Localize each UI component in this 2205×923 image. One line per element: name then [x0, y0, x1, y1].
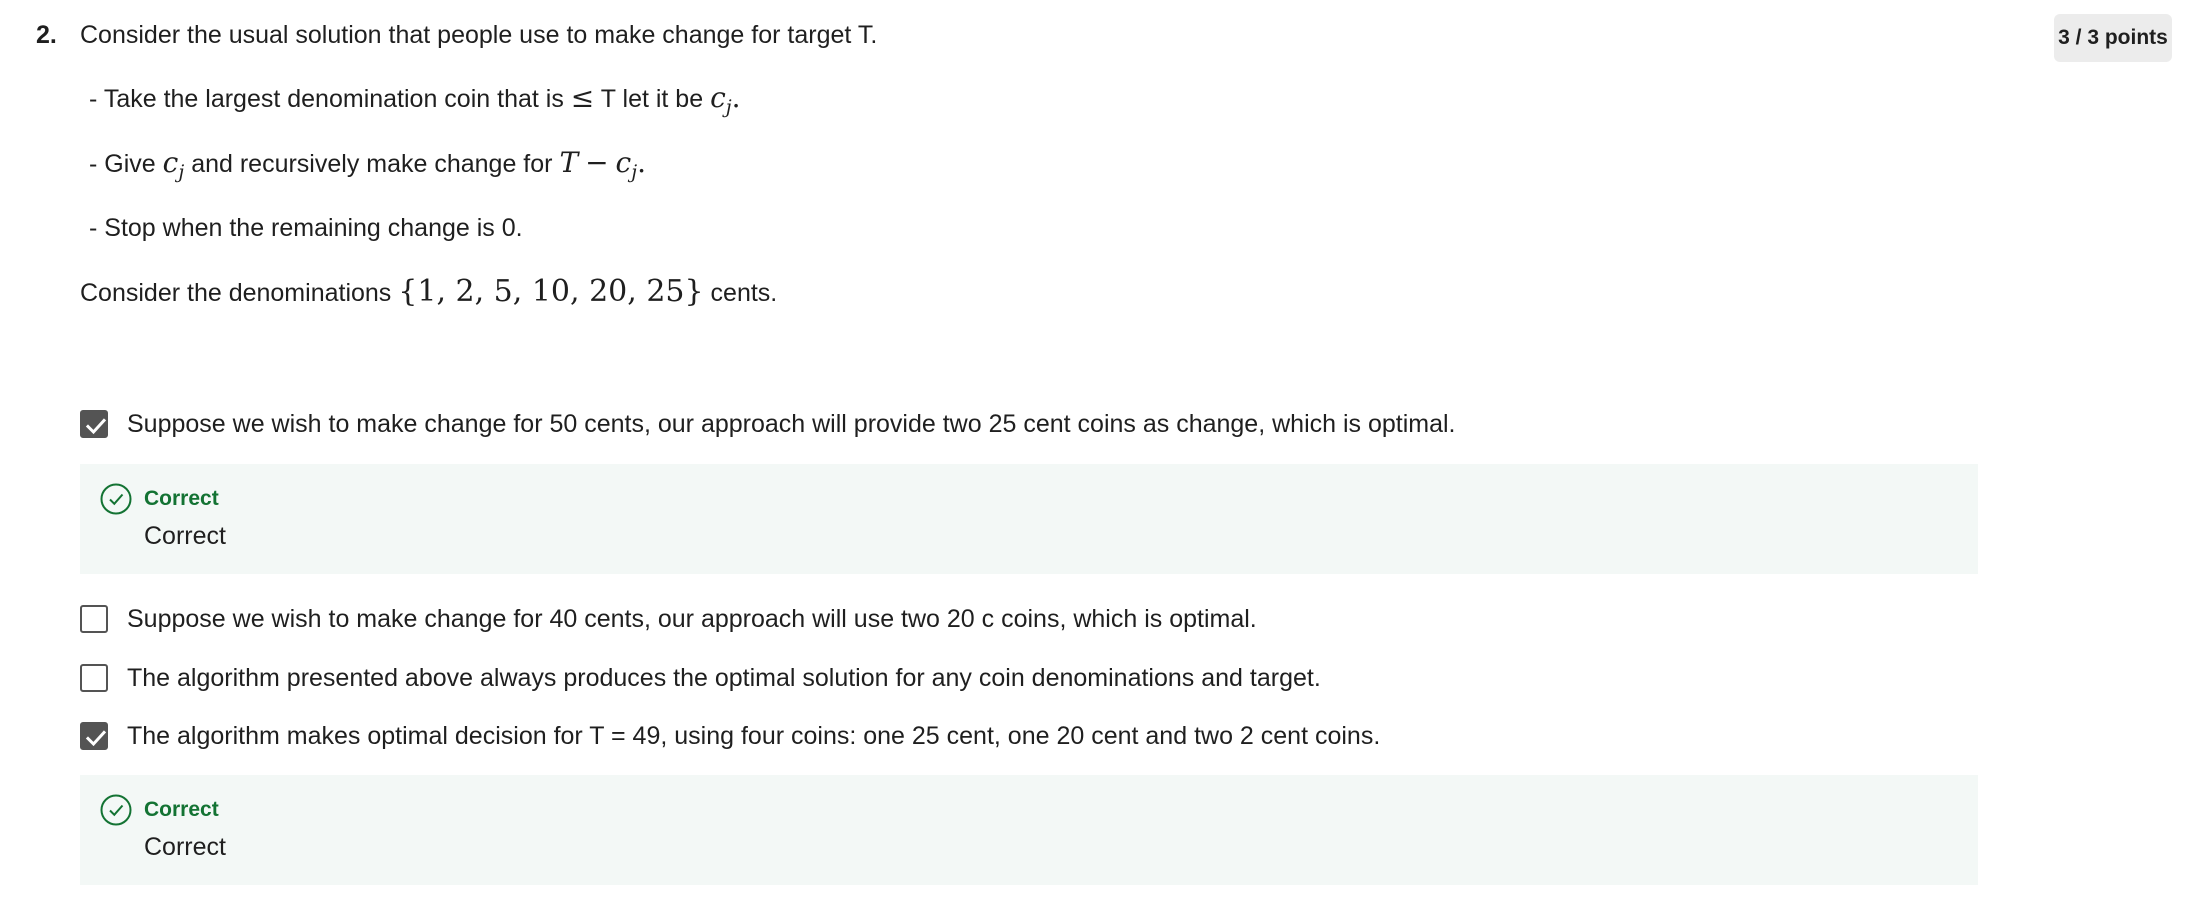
step-3-text: - Stop when the remaining change is 0. [89, 214, 523, 242]
math-var-c: cj [710, 81, 732, 118]
step-line-1: - Take the largest denomination coin tha… [89, 80, 741, 117]
feedback-text: Correct [144, 522, 226, 550]
check-circle-icon [100, 794, 132, 826]
feedback-correct: Correct Correct [80, 464, 1978, 574]
check-circle-icon [100, 483, 132, 515]
step-2-middle: and recursively make change for [191, 150, 553, 178]
denominations-set: {1, 2, 5, 10, 20, 25} [398, 274, 704, 309]
step-1-middle: T let it be [600, 85, 704, 113]
feedback-correct: Correct Correct [80, 775, 1978, 885]
math-var-c: cj [615, 146, 638, 183]
minus-symbol: − [585, 146, 609, 179]
feedback-text: Correct [144, 833, 226, 861]
checkbox-unchecked[interactable] [80, 605, 108, 633]
step-line-2: - Give cj and recursively make change fo… [89, 145, 646, 182]
option-label: Suppose we wish to make change for 40 ce… [127, 605, 1257, 633]
checkbox-checked[interactable] [80, 722, 108, 750]
leq-symbol: ≤ [570, 81, 595, 114]
option-label: Suppose we wish to make change for 50 ce… [127, 410, 1456, 438]
denominations-line: Consider the denominations {1, 2, 5, 10,… [80, 274, 777, 311]
math-var-c: cj [162, 146, 185, 183]
question-number: 2. [36, 21, 57, 49]
step-2-prefix: - Give [89, 150, 156, 178]
denominations-suffix: cents. [710, 279, 778, 307]
denominations-prefix: Consider the denominations [80, 279, 392, 307]
step-1-prefix: - Take the largest denomination coin tha… [89, 85, 564, 113]
step-line-3: - Stop when the remaining change is 0. [89, 210, 523, 246]
question-text: Consider the usual solution that people … [80, 21, 878, 49]
checkbox-unchecked[interactable] [80, 664, 108, 692]
feedback-title: Correct [144, 798, 219, 821]
math-var-T: T [559, 146, 579, 179]
step-2-suffix: . [637, 146, 646, 179]
checkmark-icon [85, 730, 107, 747]
step-1-suffix: . [731, 81, 741, 114]
points-badge: 3 / 3 points [2054, 14, 2172, 62]
checkmark-icon [85, 418, 107, 435]
checkbox-checked[interactable] [80, 410, 108, 438]
option-label: The algorithm presented above always pro… [127, 664, 1321, 692]
option-label: The algorithm makes optimal decision for… [127, 722, 1381, 750]
feedback-title: Correct [144, 487, 219, 510]
